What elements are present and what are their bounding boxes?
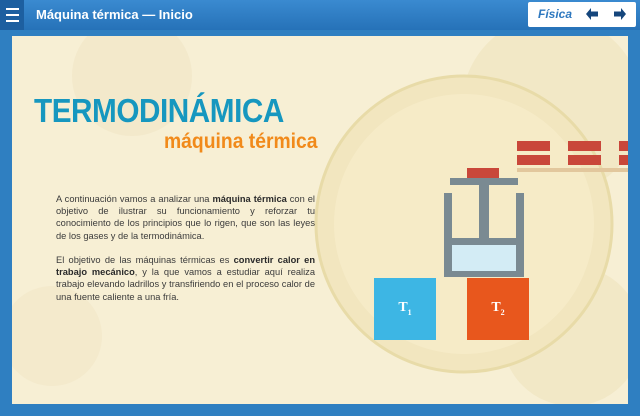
arrow-right-icon[interactable] <box>613 7 627 21</box>
page-heading: TERMODINÁMICA <box>34 92 284 129</box>
hot-source-block: T2 <box>467 278 529 340</box>
brick-shelf <box>517 141 628 172</box>
intro-paragraph: A continuación vamos a analizar una máqu… <box>56 194 315 241</box>
cold-source-block: T1 <box>374 278 436 340</box>
menu-button[interactable] <box>0 0 24 30</box>
page-subheading: máquina térmica <box>164 130 318 153</box>
cylinder-gas <box>452 245 516 271</box>
objective-paragraph: El objetivo de las máquinas térmicas es … <box>56 255 315 302</box>
top-bar: Máquina térmica — Inicio Física <box>0 0 640 30</box>
arrow-left-icon[interactable] <box>585 7 599 21</box>
nav-box: Física <box>528 2 636 27</box>
hamburger-menu-icon <box>6 8 19 10</box>
brick-on-piston <box>467 168 499 178</box>
window-title: Máquina térmica — Inicio <box>36 7 193 22</box>
content-stage: TERMODINÁMICA máquina térmica A continua… <box>12 36 628 404</box>
subject-label: Física <box>538 7 573 21</box>
